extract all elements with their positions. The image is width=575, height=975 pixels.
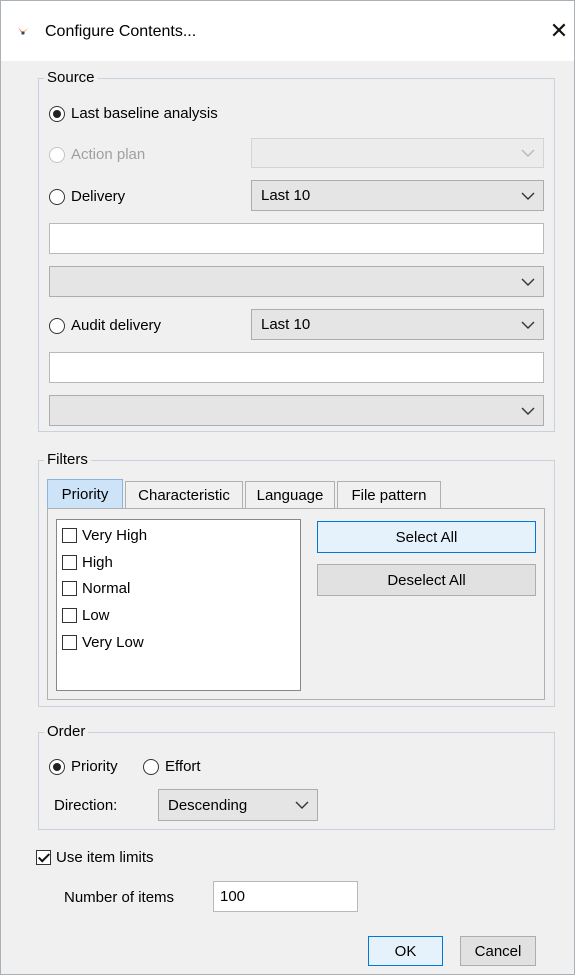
audit-delivery-radio[interactable]: Audit delivery: [49, 317, 161, 334]
radio-dot: [49, 188, 65, 205]
delivery-text-field[interactable]: [49, 223, 544, 254]
order-priority-label: Priority: [71, 758, 118, 775]
cancel-label: Cancel: [474, 942, 522, 960]
last-baseline-radio[interactable]: Last baseline analysis: [49, 105, 218, 122]
direction-select[interactable]: Descending: [158, 789, 318, 821]
priority-item-label: Low: [82, 607, 110, 624]
audit-delivery-select[interactable]: Last 10: [251, 309, 544, 340]
priority-item-label: Very Low: [82, 634, 144, 651]
chevron-down-icon: [521, 321, 535, 329]
delivery-label: Delivery: [71, 188, 126, 205]
delivery-radio[interactable]: Delivery: [49, 188, 125, 205]
number-of-items-value: 100: [220, 888, 246, 905]
delivery-select[interactable]: Last 10: [251, 180, 544, 211]
window-title: Configure Contents...: [45, 23, 197, 40]
close-icon[interactable]: ✕: [547, 17, 571, 45]
action-plan-label: Action plan: [71, 146, 146, 163]
radio-dot: [49, 105, 65, 122]
delivery-select-value: Last 10: [261, 187, 311, 204]
order-effort-radio[interactable]: Effort: [143, 758, 201, 775]
radio-dot: [49, 758, 65, 775]
priority-checkbox-low[interactable]: Low: [62, 607, 110, 624]
priority-listbox[interactable]: Very High High Normal Low Very Low: [56, 519, 301, 691]
action-plan-radio[interactable]: Action plan: [49, 146, 145, 163]
chevron-down-icon: [521, 278, 535, 286]
app-logo-icon: [17, 27, 29, 38]
tab-characteristic[interactable]: Characteristic: [125, 481, 243, 509]
chevron-down-icon: [521, 192, 535, 200]
tab-file-pattern-label: File pattern: [351, 487, 427, 504]
checkbox-box: [62, 581, 77, 596]
cancel-button[interactable]: Cancel: [460, 936, 536, 966]
tab-priority[interactable]: Priority: [47, 479, 123, 509]
tab-file-pattern[interactable]: File pattern: [337, 481, 441, 509]
checkbox-box: [62, 555, 77, 570]
configure-contents-dialog: Configure Contents... ✕ Source Last base…: [0, 0, 575, 975]
checkbox-box: [36, 850, 51, 865]
checkbox-box: [62, 635, 77, 650]
select-all-label: Select All: [395, 528, 458, 546]
priority-item-label: Normal: [82, 580, 131, 597]
tab-language[interactable]: Language: [245, 481, 335, 509]
checkbox-box: [62, 608, 77, 623]
tab-language-label: Language: [256, 487, 324, 504]
title-bar: Configure Contents... ✕: [1, 1, 574, 61]
delivery-secondary-select[interactable]: [49, 266, 544, 297]
priority-checkbox-very-low[interactable]: Very Low: [62, 634, 144, 651]
deselect-all-label: Deselect All: [387, 571, 466, 589]
radio-dot: [49, 146, 65, 163]
chevron-down-icon: [521, 407, 535, 415]
radio-dot: [49, 317, 65, 334]
tab-priority-label: Priority: [61, 486, 109, 503]
number-of-items-input[interactable]: 100: [213, 881, 358, 912]
deselect-all-button[interactable]: Deselect All: [317, 564, 536, 596]
select-all-button[interactable]: Select All: [317, 521, 536, 553]
action-plan-select[interactable]: [251, 138, 544, 168]
checkbox-box: [62, 528, 77, 543]
ok-button[interactable]: OK: [368, 936, 443, 966]
use-item-limits-checkbox[interactable]: Use item limits: [36, 849, 154, 866]
chevron-down-icon: [521, 149, 535, 157]
audit-delivery-label: Audit delivery: [71, 317, 162, 334]
filters-group-label: Filters: [44, 451, 91, 468]
number-of-items-label: Number of items: [64, 889, 175, 906]
order-group-label: Order: [44, 723, 89, 740]
direction-label: Direction:: [54, 797, 118, 814]
direction-value: Descending: [168, 796, 248, 814]
priority-item-label: Very High: [82, 527, 148, 544]
order-effort-label: Effort: [165, 758, 201, 775]
last-baseline-label: Last baseline analysis: [71, 105, 218, 122]
priority-checkbox-very-high[interactable]: Very High: [62, 527, 147, 544]
audit-delivery-text-field[interactable]: [49, 352, 544, 383]
audit-delivery-secondary-select[interactable]: [49, 395, 544, 426]
priority-checkbox-normal[interactable]: Normal: [62, 580, 130, 597]
priority-checkbox-high[interactable]: High: [62, 554, 113, 571]
tab-characteristic-label: Characteristic: [138, 487, 230, 504]
priority-item-label: High: [82, 554, 113, 571]
source-group-label: Source: [44, 69, 98, 86]
ok-label: OK: [394, 942, 417, 960]
use-item-limits-label: Use item limits: [56, 849, 154, 866]
audit-delivery-select-value: Last 10: [261, 316, 311, 333]
chevron-down-icon: [295, 801, 309, 809]
order-priority-radio[interactable]: Priority: [49, 758, 118, 775]
radio-dot: [143, 758, 159, 775]
